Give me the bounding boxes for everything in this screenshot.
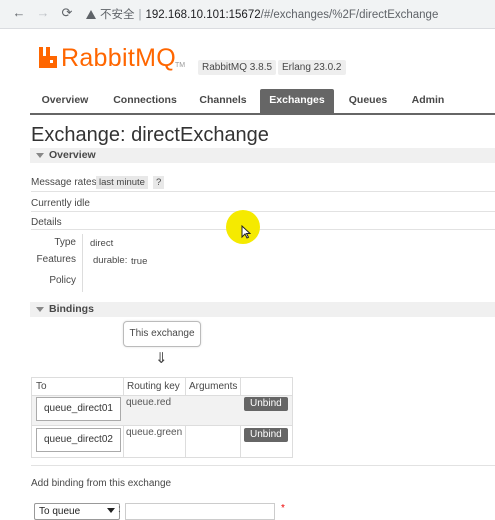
destination-name-input[interactable] [125, 503, 275, 520]
queue-link[interactable]: queue_direct02 [36, 428, 121, 452]
type-key: Type [54, 237, 76, 248]
features-durable-value: true [131, 256, 148, 267]
collapse-triangle-icon [36, 307, 44, 312]
destination-type-value: To queue [39, 506, 81, 517]
queue-link[interactable]: queue_direct01 [36, 397, 121, 421]
overview-section-toggle[interactable]: Overview [30, 148, 495, 163]
status-text: Currently idle [31, 198, 90, 209]
divider [31, 211, 495, 212]
warning-triangle-icon [86, 10, 96, 19]
add-binding-label: Add binding from this exchange [31, 478, 172, 489]
required-mark: * [281, 503, 285, 514]
routing-key-value: queue.green [126, 427, 183, 438]
colon-label: : [118, 504, 121, 515]
this-exchange-box: This exchange [123, 321, 201, 347]
rabbitmq-logo-icon [39, 47, 57, 68]
rabbitmq-logo-text: RabbitMQ [61, 44, 176, 72]
routing-key-value: queue.red [126, 397, 172, 408]
bindings-table: To Routing key Arguments queue_direct01 … [31, 377, 293, 458]
page-title: Exchange: directExchange [31, 124, 269, 146]
collapse-triangle-icon [36, 153, 44, 158]
mouse-pointer-icon [241, 225, 251, 239]
bindings-section-label: Bindings [49, 303, 94, 315]
overview-section-label: Overview [49, 149, 96, 161]
reload-icon[interactable]: ⟳ [58, 4, 76, 22]
policy-key: Policy [49, 275, 76, 286]
bindings-section-toggle[interactable]: Bindings [30, 302, 495, 317]
trademark: TM [175, 62, 186, 69]
forward-arrow-icon[interactable]: → [34, 4, 52, 22]
security-warning: 不安全 [100, 9, 135, 21]
table-rule [32, 425, 292, 426]
version-badge: RabbitMQ 3.8.5 [198, 60, 277, 75]
tab-overview[interactable]: Overview [30, 89, 100, 113]
message-rates-range[interactable]: last minute [96, 176, 148, 189]
unbind-button[interactable]: Unbind [244, 397, 288, 411]
tab-queues[interactable]: Queues [338, 89, 398, 113]
erlang-badge: Erlang 23.0.2 [278, 60, 346, 75]
back-arrow-icon[interactable]: ← [10, 4, 28, 22]
unbind-button[interactable]: Unbind [244, 428, 288, 442]
column-header-arguments: Arguments [189, 381, 238, 392]
address-separator: | [138, 9, 142, 21]
type-value: direct [90, 238, 114, 249]
column-header-to: To [36, 381, 47, 392]
address-path: /#/exchanges/%2F/directExchange [260, 9, 439, 21]
tab-admin[interactable]: Admin [402, 89, 454, 113]
address-bar[interactable]: 不安全 | 192.168.10.101:15672/#/exchanges/%2F… [86, 6, 438, 22]
tab-exchanges[interactable]: Exchanges [260, 89, 334, 113]
divider [31, 229, 495, 230]
divider [31, 191, 495, 192]
features-key: Features [36, 254, 76, 265]
chevron-down-icon [107, 508, 115, 513]
destination-type-select[interactable]: To queue [34, 503, 120, 520]
main-nav-tabs: Overview Connections Channels Exchanges … [30, 89, 495, 115]
message-rates-label: Message rates [31, 177, 97, 188]
details-column-rule [82, 234, 83, 292]
help-button[interactable]: ? [153, 176, 165, 189]
column-header-routing-key: Routing key [127, 381, 180, 392]
tab-channels[interactable]: Channels [190, 89, 256, 113]
details-label: Details [31, 217, 62, 228]
address-host: 192.168.10.101:15672 [145, 9, 261, 21]
divider [31, 465, 495, 466]
features-durable-key: durable: [93, 255, 128, 266]
tab-connections[interactable]: Connections [106, 89, 184, 113]
down-arrow-icon: ⇓ [155, 350, 168, 367]
